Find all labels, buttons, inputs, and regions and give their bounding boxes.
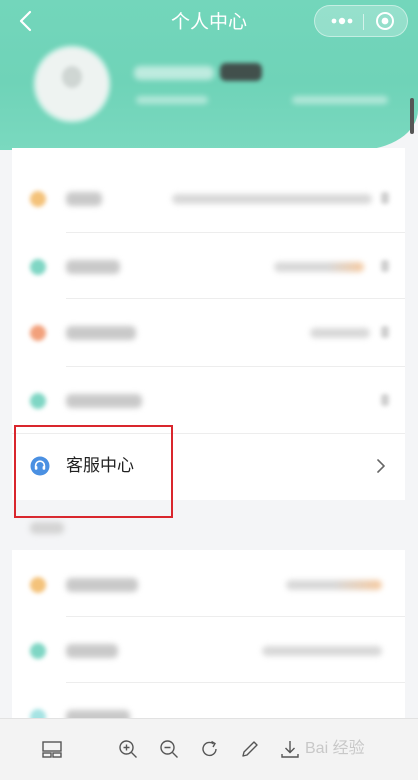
rotate-button[interactable] bbox=[198, 737, 222, 761]
blurred-subtitle bbox=[136, 96, 208, 104]
menu-row-blurred[interactable] bbox=[12, 616, 405, 682]
more-button[interactable] bbox=[329, 13, 355, 29]
menu-row-blurred[interactable] bbox=[12, 366, 405, 432]
menu-row-blurred[interactable] bbox=[12, 232, 405, 298]
blurred-label bbox=[66, 394, 142, 408]
menu-row-icon bbox=[30, 191, 46, 207]
blurred-label bbox=[66, 260, 120, 274]
highlight-annotation-box bbox=[14, 425, 173, 518]
zoom-out-icon bbox=[160, 740, 178, 758]
rotate-icon bbox=[202, 740, 217, 757]
target-circle-icon bbox=[376, 12, 394, 30]
blurred-value bbox=[262, 646, 382, 656]
chevron-right-icon bbox=[377, 459, 385, 473]
chevron-right-icon bbox=[381, 326, 389, 338]
scrollbar[interactable] bbox=[410, 98, 414, 134]
edit-pen-icon bbox=[242, 741, 258, 757]
edit-button[interactable] bbox=[238, 737, 262, 761]
blurred-value bbox=[310, 328, 370, 338]
menu-row-icon bbox=[30, 643, 46, 659]
blurred-subtitle-right bbox=[292, 96, 388, 104]
menu-row-blurred[interactable] bbox=[12, 298, 405, 364]
download-button[interactable] bbox=[278, 737, 302, 761]
blurred-label bbox=[66, 578, 138, 592]
menu-card-secondary bbox=[12, 550, 405, 725]
blurred-label bbox=[66, 644, 118, 658]
avatar[interactable] bbox=[36, 48, 108, 120]
mini-program-capsule bbox=[314, 5, 408, 37]
menu-row-icon bbox=[30, 259, 46, 275]
capsule-divider bbox=[363, 14, 364, 30]
menu-row-icon bbox=[30, 393, 46, 409]
zoom-in-icon bbox=[119, 740, 137, 758]
download-icon bbox=[281, 741, 299, 758]
blurred-value bbox=[274, 262, 364, 272]
page: 个人中心 客服中心 Bai 经验 bbox=[0, 0, 418, 780]
menu-row-blurred[interactable] bbox=[12, 164, 405, 230]
profile-header: 个人中心 bbox=[0, 0, 418, 150]
menu-row-icon bbox=[30, 577, 46, 593]
watermark: Bai 经验 bbox=[305, 740, 365, 757]
blurred-username bbox=[134, 66, 214, 80]
layout-icon bbox=[42, 741, 62, 758]
blurred-value bbox=[286, 580, 382, 590]
layout-button[interactable] bbox=[40, 737, 64, 761]
chevron-right-icon bbox=[381, 192, 389, 204]
chevron-right-icon bbox=[381, 260, 389, 272]
close-mini-program-button[interactable] bbox=[375, 11, 395, 31]
blurred-label bbox=[66, 192, 102, 206]
zoom-out-button[interactable] bbox=[157, 737, 181, 761]
blurred-badge bbox=[220, 63, 262, 81]
blurred-label bbox=[66, 326, 136, 340]
menu-row-icon bbox=[30, 325, 46, 341]
chevron-right-icon bbox=[381, 394, 389, 406]
menu-row-blurred[interactable] bbox=[12, 550, 405, 616]
more-dots-icon bbox=[331, 17, 353, 25]
blurred-value bbox=[172, 194, 372, 204]
blurred-section-title bbox=[30, 522, 64, 534]
zoom-in-button[interactable] bbox=[116, 737, 140, 761]
